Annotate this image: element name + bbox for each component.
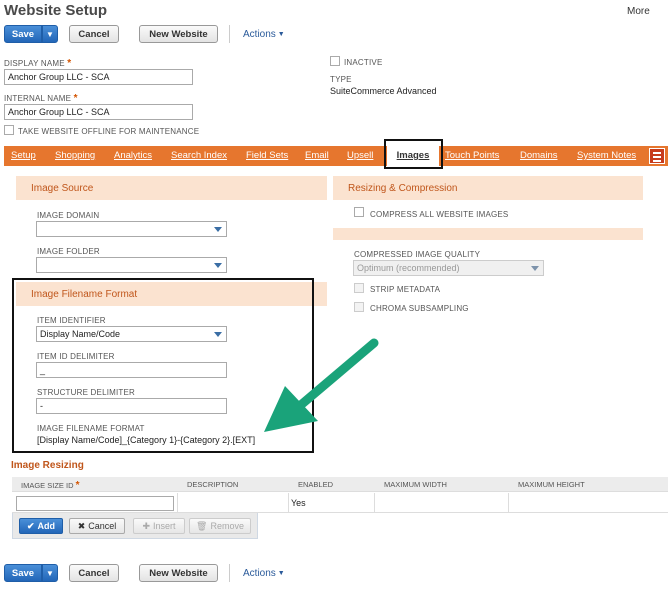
- close-icon: ✖: [77, 520, 86, 531]
- strip-metadata-checkbox[interactable]: [354, 283, 364, 293]
- image-folder-select[interactable]: [36, 257, 227, 273]
- internal-name-input[interactable]: Anchor Group LLC - SCA: [4, 104, 193, 120]
- structure-delimiter-input[interactable]: -: [36, 398, 227, 414]
- more-link[interactable]: More: [627, 6, 650, 17]
- compressed-quality-select[interactable]: Optimum (recommended): [353, 260, 544, 276]
- cancel-button-bottom[interactable]: Cancel: [69, 564, 119, 582]
- page-title: Website Setup: [4, 2, 108, 19]
- tab-analytics[interactable]: Analytics: [114, 146, 152, 166]
- new-website-button[interactable]: New Website: [139, 25, 218, 43]
- item-id-delimiter-input[interactable]: _: [36, 362, 227, 378]
- resizing-compression-header: Resizing & Compression: [333, 176, 643, 200]
- tab-menu-icon[interactable]: [649, 148, 665, 164]
- item-identifier-label: ITEM IDENTIFIER: [37, 316, 106, 325]
- tab-search-index[interactable]: Search Index: [171, 146, 227, 166]
- filename-format-value: [Display Name/Code]_{Category 1}-{Catego…: [37, 435, 256, 445]
- chevron-down-icon: [214, 332, 222, 337]
- cancel-row-button[interactable]: ✖ Cancel: [69, 518, 125, 534]
- required-icon: *: [73, 93, 78, 104]
- actions-menu-bottom[interactable]: Actions ▼: [243, 568, 285, 579]
- internal-name-label: INTERNAL NAME *: [4, 93, 78, 104]
- image-resizing-title: Image Resizing: [11, 460, 84, 471]
- image-resizing-table-header: IMAGE SIZE ID * DESCRIPTION ENABLED MAXI…: [12, 477, 668, 492]
- actions-label: Actions: [243, 29, 276, 40]
- inactive-checkbox[interactable]: [330, 56, 340, 66]
- image-domain-label: IMAGE DOMAIN: [37, 211, 100, 220]
- chevron-down-icon: [531, 266, 539, 271]
- save-button[interactable]: Save: [4, 25, 42, 43]
- compress-images-label: COMPRESS ALL WEBSITE IMAGES: [370, 210, 509, 219]
- chroma-subsampling-checkbox[interactable]: [354, 302, 364, 312]
- col-maximum-height: MAXIMUM HEIGHT: [518, 480, 585, 489]
- required-icon: *: [67, 58, 72, 69]
- trash-icon: 🗑: [196, 520, 208, 531]
- actions-label: Actions: [243, 568, 276, 579]
- compress-images-checkbox[interactable]: [354, 207, 364, 217]
- subtab-bar: Setup Shopping Analytics Search Index Fi…: [4, 146, 668, 166]
- cancel-button[interactable]: Cancel: [69, 25, 119, 43]
- add-button[interactable]: ✔ Add: [19, 518, 63, 534]
- tab-domains[interactable]: Domains: [520, 146, 558, 166]
- filename-format-label: IMAGE FILENAME FORMAT: [37, 424, 145, 433]
- row-edit-bar: ✔ Add ✖ Cancel ✚ Insert 🗑 Remove: [12, 513, 258, 539]
- caret-down-icon: ▼: [277, 31, 285, 38]
- structure-delimiter-label: STRUCTURE DELIMITER: [37, 388, 136, 397]
- offline-checkbox[interactable]: [4, 125, 14, 135]
- col-enabled: ENABLED: [298, 480, 334, 489]
- type-label: TYPE: [330, 75, 352, 84]
- image-domain-select[interactable]: [36, 221, 227, 237]
- tab-email[interactable]: Email: [305, 146, 329, 166]
- images-tab-highlight: [384, 139, 443, 169]
- image-source-header: Image Source: [16, 176, 327, 200]
- chroma-subsampling-label: CHROMA SUBSAMPLING: [370, 304, 469, 313]
- strip-metadata-label: STRIP METADATA: [370, 285, 441, 294]
- remove-button[interactable]: 🗑 Remove: [189, 518, 251, 534]
- tab-setup[interactable]: Setup: [11, 146, 36, 166]
- display-name-input[interactable]: Anchor Group LLC - SCA: [4, 69, 193, 85]
- display-name-label: DISPLAY NAME *: [4, 58, 72, 69]
- col-description: DESCRIPTION: [187, 480, 239, 489]
- insert-button[interactable]: ✚ Insert: [133, 518, 185, 534]
- item-identifier-select[interactable]: Display Name/Code: [36, 326, 227, 342]
- resizing-subheader: [333, 228, 643, 240]
- toolbar-divider: [229, 25, 230, 43]
- chevron-down-icon: ▼: [46, 29, 54, 39]
- enabled-value[interactable]: Yes: [291, 498, 306, 508]
- chevron-down-icon: [214, 263, 222, 268]
- save-button-bottom[interactable]: Save: [4, 564, 42, 582]
- required-icon: *: [75, 480, 80, 491]
- tab-system-notes[interactable]: System Notes: [577, 146, 636, 166]
- col-image-size-id: IMAGE SIZE ID *: [21, 480, 80, 491]
- caret-down-icon: ▼: [277, 570, 285, 577]
- check-icon: ✔: [26, 520, 35, 531]
- col-maximum-width: MAXIMUM WIDTH: [384, 480, 447, 489]
- table-row: Yes: [12, 493, 668, 513]
- save-dropdown-button[interactable]: ▼: [42, 25, 58, 43]
- tab-touch-points[interactable]: Touch Points: [445, 146, 499, 166]
- item-identifier-value: Display Name/Code: [40, 329, 121, 339]
- compressed-quality-label: COMPRESSED IMAGE QUALITY: [354, 250, 481, 259]
- tab-upsell[interactable]: Upsell: [347, 146, 373, 166]
- type-value: SuiteCommerce Advanced: [330, 86, 437, 96]
- offline-label: TAKE WEBSITE OFFLINE FOR MAINTENANCE: [18, 127, 200, 136]
- plus-icon: ✚: [142, 520, 151, 531]
- compressed-quality-value: Optimum (recommended): [357, 263, 460, 273]
- image-folder-label: IMAGE FOLDER: [37, 247, 100, 256]
- actions-menu[interactable]: Actions ▼: [243, 29, 285, 40]
- image-size-id-input[interactable]: [16, 496, 174, 511]
- save-dropdown-button-bottom[interactable]: ▼: [42, 564, 58, 582]
- tab-shopping[interactable]: Shopping: [55, 146, 95, 166]
- inactive-label: INACTIVE: [344, 58, 383, 67]
- new-website-button-bottom[interactable]: New Website: [139, 564, 218, 582]
- item-id-delimiter-label: ITEM ID DELIMITER: [37, 352, 115, 361]
- chevron-down-icon: [214, 227, 222, 232]
- tab-field-sets[interactable]: Field Sets: [246, 146, 288, 166]
- toolbar-divider: [229, 564, 230, 582]
- chevron-down-icon: ▼: [46, 568, 54, 578]
